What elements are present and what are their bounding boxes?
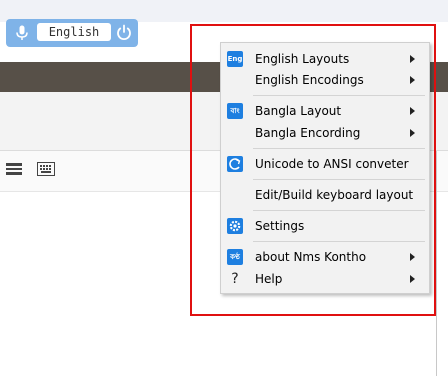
submenu-arrow-icon	[410, 275, 415, 283]
menu-separator	[253, 241, 425, 242]
pane-divider	[436, 151, 437, 376]
menu-item-settings[interactable]: Settings	[221, 215, 429, 237]
submenu-arrow-icon	[410, 55, 415, 63]
kontho-badge-icon: কণ্ঠ	[227, 249, 243, 265]
question-icon: ?	[231, 271, 239, 287]
menu-item-english-encodings[interactable]: English Encodings	[221, 69, 429, 91]
menu-separator	[253, 148, 425, 149]
gear-icon	[227, 218, 243, 234]
submenu-arrow-icon	[410, 253, 415, 261]
menu-item-label: Settings	[255, 219, 305, 233]
submenu-arrow-icon	[410, 76, 415, 84]
convert-icon	[227, 156, 243, 172]
menu-item-bangla-encording[interactable]: Bangla Encording	[221, 122, 429, 144]
menu-separator	[253, 179, 425, 180]
menu-item-label: Help	[255, 272, 283, 286]
microphone-icon[interactable]	[13, 24, 31, 42]
menu-item-label: Unicode to ANSI conveter	[255, 157, 409, 171]
bangla-badge-icon: বাং	[227, 103, 243, 119]
menu-item-label: Bangla Encording	[255, 126, 361, 140]
menu-item-label: Edit/Build keyboard layout	[255, 188, 414, 202]
menu-item-label: English Encodings	[255, 73, 364, 87]
eng-badge-icon: Eng	[227, 51, 243, 67]
layout-list-icon[interactable]	[6, 163, 22, 175]
context-menu: Eng English Layouts English Encodings বা…	[220, 42, 430, 294]
keyboard-icon[interactable]	[37, 162, 55, 176]
language-indicator[interactable]: English	[37, 23, 111, 41]
menu-item-edit-build-layout[interactable]: Edit/Build keyboard layout	[221, 184, 429, 206]
menu-item-help[interactable]: ? Help	[221, 268, 429, 290]
menu-item-english-layouts[interactable]: Eng English Layouts	[221, 48, 429, 70]
menu-item-label: Bangla Layout	[255, 104, 342, 118]
power-icon[interactable]	[114, 23, 134, 43]
keyboard-widget: English	[6, 19, 138, 47]
submenu-arrow-icon	[410, 107, 415, 115]
menu-item-bangla-layout[interactable]: বাং Bangla Layout	[221, 100, 429, 122]
menu-separator	[253, 210, 425, 211]
submenu-arrow-icon	[410, 129, 415, 137]
menu-item-unicode-to-ansi[interactable]: Unicode to ANSI conveter	[221, 153, 429, 175]
menu-item-label: about Nms Kontho	[255, 250, 367, 264]
menu-item-about-nms-kontho[interactable]: কণ্ঠ about Nms Kontho	[221, 246, 429, 268]
menu-item-label: English Layouts	[255, 52, 350, 66]
menu-separator	[253, 95, 425, 96]
